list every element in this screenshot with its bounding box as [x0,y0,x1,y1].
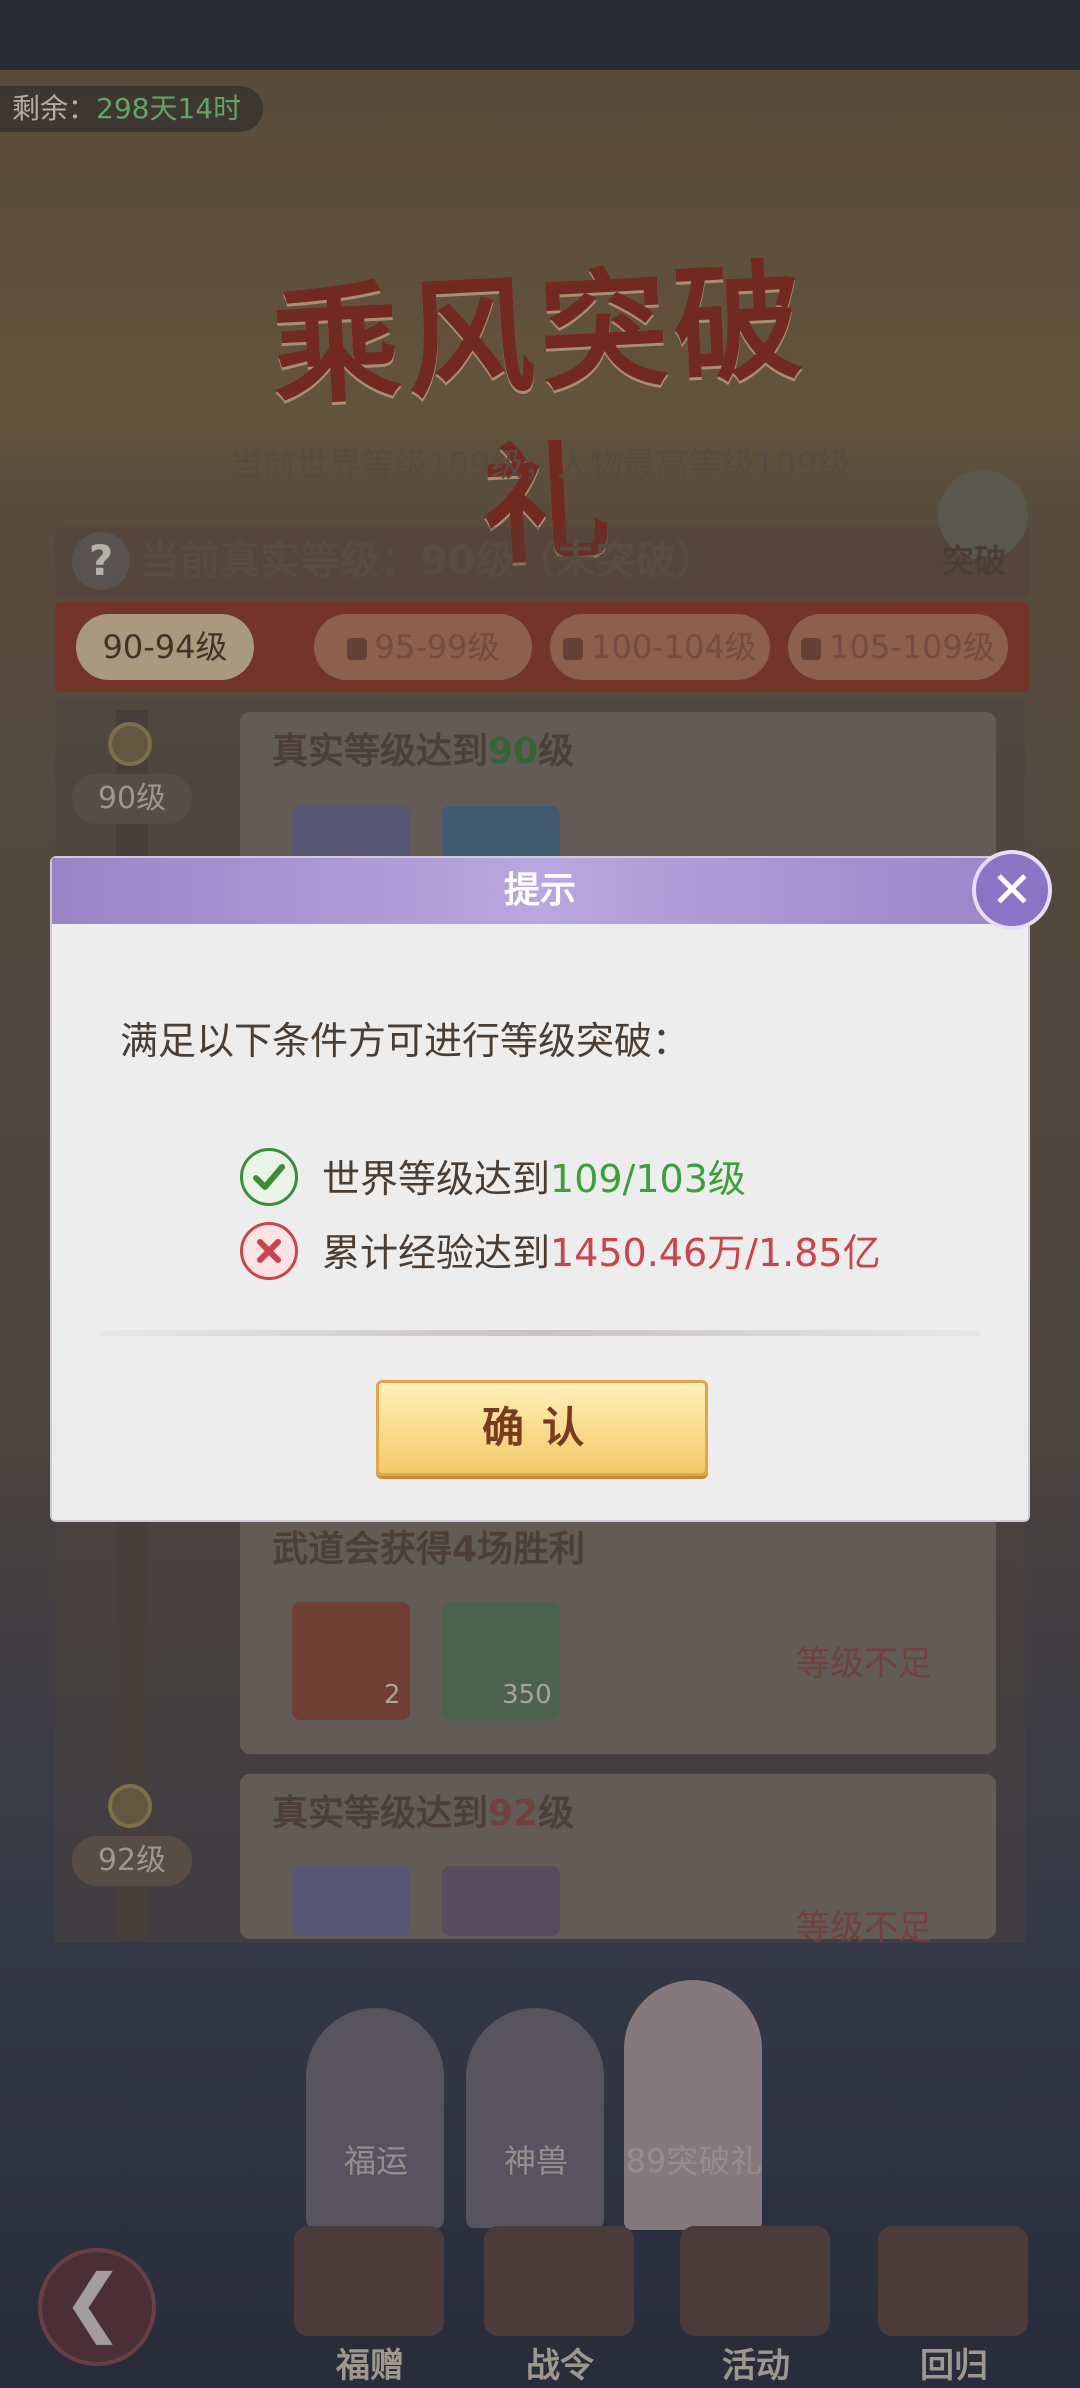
cross-icon [240,1222,298,1280]
dialog-message: 满足以下条件方可进行等级突破： [120,1019,691,1063]
dialog-title: 提示 [503,870,576,911]
condition-value: 1450.46万/1.85亿 [550,1231,881,1275]
condition-value: 109/103级 [550,1157,746,1201]
confirm-button[interactable]: 确认 [376,1380,708,1476]
divider [100,1330,980,1336]
close-icon[interactable]: ✕ [972,850,1052,930]
condition-text: 累计经验达到 [322,1231,551,1275]
condition-world-level: 世界等级达到109/103级 [322,1148,746,1203]
condition-text: 世界等级达到 [322,1157,551,1201]
check-icon [240,1148,298,1206]
condition-experience: 累计经验达到1450.46万/1.85亿 [322,1222,881,1277]
